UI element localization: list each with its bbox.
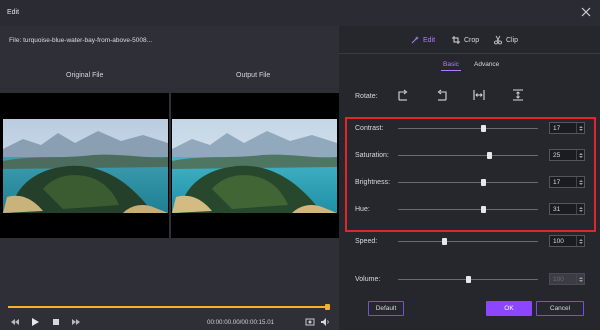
timeline-progress xyxy=(8,306,328,308)
hue-input[interactable]: 31 xyxy=(549,203,585,215)
saturation-value: 25 xyxy=(553,151,561,159)
preview-divider xyxy=(169,93,171,238)
flip-vertical-icon[interactable] xyxy=(511,88,525,102)
output-video-frame xyxy=(172,119,337,213)
saturation-label: Saturation: xyxy=(355,152,389,159)
file-bar: File: turquoise-blue-water-bay-from-abov… xyxy=(0,26,339,56)
rewind-icon[interactable] xyxy=(10,317,20,327)
volume-label: Volume: xyxy=(355,276,381,283)
settings-pane: Edit Crop Clip Basic Advance Rotate: Con… xyxy=(339,26,600,330)
contrast-label: Contrast: xyxy=(355,125,384,132)
timeline-playhead[interactable] xyxy=(325,304,330,310)
saturation-slider[interactable] xyxy=(398,152,538,159)
hue-value: 31 xyxy=(553,205,561,213)
magic-wand-icon xyxy=(411,36,419,44)
contrast-slider-knob[interactable] xyxy=(481,125,486,132)
tab-crop-label: Crop xyxy=(464,36,480,44)
tab-edit-label: Edit xyxy=(423,36,436,44)
original-video-frame xyxy=(3,119,168,213)
contrast-slider[interactable] xyxy=(398,125,538,132)
title-bar: Edit xyxy=(0,0,600,26)
brightness-label: Brightness: xyxy=(355,179,391,186)
volume-spinner xyxy=(576,274,584,284)
tab-crop[interactable]: Crop xyxy=(451,35,479,45)
volume-slider[interactable] xyxy=(398,276,538,283)
video-preview-area xyxy=(0,93,339,238)
hue-label: Hue: xyxy=(355,206,370,213)
brightness-value: 17 xyxy=(553,178,561,186)
hue-slider-knob[interactable] xyxy=(481,206,486,213)
sub-tabs: Basic Advance xyxy=(434,61,504,73)
hue-spinner[interactable] xyxy=(576,204,584,214)
subtab-advance[interactable]: Advance xyxy=(474,61,499,68)
default-button[interactable]: Default xyxy=(368,301,404,316)
brightness-spinner[interactable] xyxy=(576,177,584,187)
tab-clip[interactable]: Clip xyxy=(493,35,518,45)
original-file-label: Original File xyxy=(66,72,104,79)
window-title: Edit xyxy=(7,9,20,16)
brightness-input[interactable]: 17 xyxy=(549,176,585,188)
snapshot-icon[interactable] xyxy=(305,317,315,327)
scissors-icon xyxy=(494,35,502,45)
stop-icon[interactable] xyxy=(51,317,61,327)
volume-slider-knob[interactable] xyxy=(466,276,471,283)
saturation-slider-knob[interactable] xyxy=(487,152,492,159)
volume-input: 100 xyxy=(549,273,585,285)
timecode: 00:00:00.00/00:00:15.01 xyxy=(207,319,275,326)
saturation-input[interactable]: 25 xyxy=(549,149,585,161)
tab-edit[interactable]: Edit xyxy=(410,35,435,45)
saturation-spinner[interactable] xyxy=(576,150,584,160)
rotate-left-icon[interactable] xyxy=(435,88,449,102)
contrast-spinner[interactable] xyxy=(576,123,584,133)
speed-slider[interactable] xyxy=(398,238,538,245)
rotate-label: Rotate: xyxy=(355,93,378,100)
contrast-input[interactable]: 17 xyxy=(549,122,585,134)
top-tabs: Edit Crop Clip xyxy=(339,26,600,54)
brightness-slider-knob[interactable] xyxy=(481,179,486,186)
close-icon[interactable] xyxy=(580,6,592,18)
speed-slider-knob[interactable] xyxy=(442,238,447,245)
hue-slider[interactable] xyxy=(398,206,538,213)
rotate-right-icon[interactable] xyxy=(396,88,410,102)
output-file-label: Output File xyxy=(236,72,271,79)
brightness-slider[interactable] xyxy=(398,179,538,186)
playback-timeline[interactable] xyxy=(8,304,330,310)
file-name: File: turquoise-blue-water-bay-from-abov… xyxy=(9,37,153,44)
play-icon[interactable] xyxy=(30,317,40,327)
speed-spinner[interactable] xyxy=(576,236,584,246)
speed-input[interactable]: 100 xyxy=(549,235,585,247)
contrast-value: 17 xyxy=(553,124,561,132)
preview-pane: File: turquoise-blue-water-bay-from-abov… xyxy=(0,26,339,330)
speed-value: 100 xyxy=(553,237,564,245)
subtab-basic[interactable]: Basic xyxy=(441,61,461,71)
flip-horizontal-icon[interactable] xyxy=(472,88,486,102)
fast-forward-icon[interactable] xyxy=(71,317,81,327)
playback-controls: 00:00:00.00/00:00:15.01 xyxy=(0,315,339,330)
cancel-button[interactable]: Cancel xyxy=(536,301,584,316)
speed-label: Speed: xyxy=(355,238,378,245)
ok-button[interactable]: OK xyxy=(486,301,532,316)
crop-icon xyxy=(452,36,460,44)
volume-icon[interactable] xyxy=(320,317,330,327)
volume-value: 100 xyxy=(553,275,564,283)
tab-clip-label: Clip xyxy=(506,36,519,44)
